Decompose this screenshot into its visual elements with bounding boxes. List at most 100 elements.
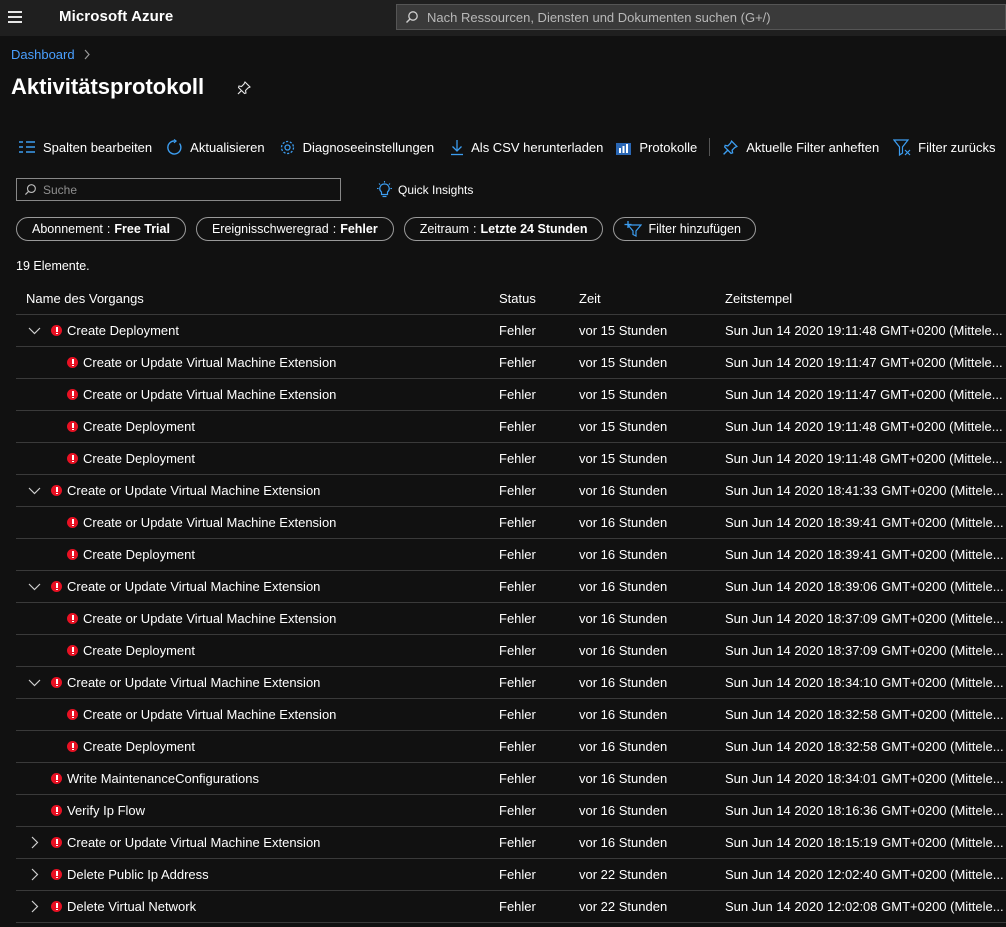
operation-name[interactable]: Delete Virtual Network bbox=[67, 899, 196, 914]
cell-status: Fehler bbox=[499, 547, 536, 562]
cell-status: Fehler bbox=[499, 771, 536, 786]
list-search[interactable] bbox=[16, 178, 341, 201]
cell-operation-name: Create Deployment bbox=[16, 731, 499, 762]
chevron-right-icon[interactable] bbox=[28, 868, 41, 881]
chevron-right-icon[interactable] bbox=[28, 836, 41, 849]
table-row[interactable]: Create Deployment Fehler vor 16 Stunden Sun… bbox=[16, 539, 1006, 571]
chevron-down-icon[interactable] bbox=[28, 580, 41, 593]
operation-name[interactable]: Create Deployment bbox=[83, 419, 195, 434]
edit-columns-button[interactable]: Spalten bearbeiten bbox=[18, 140, 160, 155]
refresh-button[interactable]: Aktualisieren bbox=[166, 138, 272, 156]
cell-timestamp: Sun Jun 14 2020 19:11:48 GMT+0200 (Mitte… bbox=[725, 451, 1003, 466]
logs-icon bbox=[616, 142, 632, 155]
cell-status: Fehler bbox=[499, 355, 536, 370]
column-header-status[interactable]: Status bbox=[499, 291, 579, 306]
activity-log-table: Name des Vorgangs Status Zeit Zeitstempe… bbox=[16, 282, 1006, 923]
operation-name[interactable]: Delete Public Ip Address bbox=[67, 867, 209, 882]
filter-pill-severity[interactable]: Ereignisschweregrad: Fehler bbox=[195, 217, 394, 241]
chevron-down-icon[interactable] bbox=[28, 484, 41, 497]
chevron-down-icon[interactable] bbox=[28, 324, 41, 337]
column-header-time[interactable]: Zeit bbox=[579, 291, 725, 306]
table-row[interactable]: Create Deployment Fehler vor 15 Stunden Sun… bbox=[16, 315, 1006, 347]
operation-name[interactable]: Create Deployment bbox=[67, 323, 179, 338]
pin-icon[interactable] bbox=[236, 80, 252, 96]
brand-title[interactable]: Microsoft Azure bbox=[59, 8, 173, 25]
logs-button[interactable]: Protokolle bbox=[615, 139, 705, 156]
operation-name[interactable]: Create or Update Virtual Machine Extensi… bbox=[83, 387, 336, 402]
column-header-timestamp[interactable]: Zeitstempel bbox=[725, 291, 1006, 306]
cell-operation-name: Create or Update Virtual Machine Extensi… bbox=[16, 667, 499, 698]
error-icon bbox=[51, 581, 62, 592]
global-search-input[interactable] bbox=[425, 8, 1005, 26]
operation-name[interactable]: Create or Update Virtual Machine Extensi… bbox=[67, 835, 320, 850]
cell-timestamp: Sun Jun 14 2020 18:32:58 GMT+0200 (Mitte… bbox=[725, 707, 1004, 722]
cell-operation-name: Create Deployment bbox=[16, 315, 499, 346]
error-icon bbox=[51, 485, 62, 496]
cell-time: vor 22 Stunden bbox=[579, 899, 668, 914]
table-row[interactable]: Create or Update Virtual Machine Extensi… bbox=[16, 507, 1006, 539]
filter-pill-key: Abonnement bbox=[32, 222, 103, 236]
operation-name[interactable]: Create or Update Virtual Machine Extensi… bbox=[83, 515, 336, 530]
chevron-down-icon[interactable] bbox=[28, 676, 41, 689]
table-row[interactable]: Create Deployment Fehler vor 16 Stunden Sun… bbox=[16, 635, 1006, 667]
cell-operation-name: Create or Update Virtual Machine Extensi… bbox=[16, 827, 499, 858]
quick-insights-button[interactable]: Quick Insights bbox=[376, 181, 473, 199]
pin-current-filters-button[interactable]: Aktuelle Filter anheften bbox=[722, 139, 887, 156]
operation-name[interactable]: Create or Update Virtual Machine Extensi… bbox=[67, 483, 320, 498]
hamburger-menu-icon[interactable] bbox=[8, 11, 22, 23]
table-row[interactable]: Create or Update Virtual Machine Extensi… bbox=[16, 603, 1006, 635]
operation-name[interactable]: Create or Update Virtual Machine Extensi… bbox=[67, 579, 320, 594]
cell-time: vor 16 Stunden bbox=[579, 675, 668, 690]
list-search-input[interactable] bbox=[41, 181, 340, 198]
breadcrumb-dashboard-link[interactable]: Dashboard bbox=[11, 47, 75, 62]
operation-name[interactable]: Create or Update Virtual Machine Extensi… bbox=[83, 355, 336, 370]
cell-status: Fehler bbox=[499, 387, 536, 402]
cell-time: vor 16 Stunden bbox=[579, 643, 668, 658]
operation-name[interactable]: Create or Update Virtual Machine Extensi… bbox=[83, 611, 336, 626]
add-filter-button[interactable]: Filter hinzufügen bbox=[613, 217, 756, 241]
filter-pill-timespan[interactable]: Zeitraum: Letzte 24 Stunden bbox=[403, 217, 604, 241]
cell-time: vor 16 Stunden bbox=[579, 739, 668, 754]
operation-name[interactable]: Create Deployment bbox=[83, 739, 195, 754]
download-icon bbox=[451, 139, 464, 155]
download-csv-button[interactable]: Als CSV herunterladen bbox=[450, 139, 611, 156]
diagnostic-settings-button[interactable]: Diagnoseeinstellungen bbox=[279, 139, 443, 156]
table-row[interactable]: Create or Update Virtual Machine Extensi… bbox=[16, 379, 1006, 411]
filter-reset-icon bbox=[893, 138, 911, 156]
table-row[interactable]: Write MaintenanceConfigurations Fehler vor… bbox=[16, 763, 1006, 795]
table-row[interactable]: Create or Update Virtual Machine Extensi… bbox=[16, 347, 1006, 379]
table-row[interactable]: Create Deployment Fehler vor 15 Stunden Sun… bbox=[16, 443, 1006, 475]
table-row[interactable]: Create Deployment Fehler vor 16 Stunden Sun… bbox=[16, 731, 1006, 763]
operation-name[interactable]: Create Deployment bbox=[83, 643, 195, 658]
table-row[interactable]: Create or Update Virtual Machine Extensi… bbox=[16, 827, 1006, 859]
operation-name[interactable]: Verify Ip Flow bbox=[67, 803, 145, 818]
operation-name[interactable]: Create Deployment bbox=[83, 547, 195, 562]
operation-name[interactable]: Create Deployment bbox=[83, 451, 195, 466]
table-row[interactable]: Create or Update Virtual Machine Extensi… bbox=[16, 571, 1006, 603]
table-row[interactable]: Create or Update Virtual Machine Extensi… bbox=[16, 667, 1006, 699]
global-search[interactable] bbox=[396, 4, 1006, 30]
table-row[interactable]: Delete Virtual Network Fehler vor 22 Stund… bbox=[16, 891, 1006, 923]
column-header-operation-name[interactable]: Name des Vorgangs bbox=[16, 282, 499, 314]
cell-operation-name: Create or Update Virtual Machine Extensi… bbox=[16, 475, 499, 506]
reset-filters-button[interactable]: Filter zurücks bbox=[893, 138, 1003, 156]
cell-operation-name: Create Deployment bbox=[16, 539, 499, 570]
operation-name[interactable]: Write MaintenanceConfigurations bbox=[67, 771, 259, 786]
operation-name[interactable]: Create or Update Virtual Machine Extensi… bbox=[83, 707, 336, 722]
table-row[interactable]: Delete Public Ip Address Fehler vor 22 Stu… bbox=[16, 859, 1006, 891]
table-row[interactable]: Create or Update Virtual Machine Extensi… bbox=[16, 475, 1006, 507]
cell-status: Fehler bbox=[499, 451, 536, 466]
error-icon bbox=[67, 453, 78, 464]
columns-icon bbox=[19, 141, 35, 153]
error-icon bbox=[67, 421, 78, 432]
reset-filters-label: Filter zurücks bbox=[918, 139, 996, 155]
chevron-right-icon[interactable] bbox=[28, 900, 41, 913]
error-icon bbox=[51, 325, 62, 336]
filter-pill-subscription[interactable]: Abonnement: Free Trial bbox=[16, 217, 186, 241]
cell-timestamp: Sun Jun 14 2020 19:11:47 GMT+0200 (Mitte… bbox=[725, 387, 1003, 402]
cell-status: Fehler bbox=[499, 643, 536, 658]
table-row[interactable]: Create Deployment Fehler vor 15 Stunden Sun… bbox=[16, 411, 1006, 443]
operation-name[interactable]: Create or Update Virtual Machine Extensi… bbox=[67, 675, 320, 690]
table-row[interactable]: Verify Ip Flow Fehler vor 16 Stunden Sun Ju… bbox=[16, 795, 1006, 827]
table-row[interactable]: Create or Update Virtual Machine Extensi… bbox=[16, 699, 1006, 731]
